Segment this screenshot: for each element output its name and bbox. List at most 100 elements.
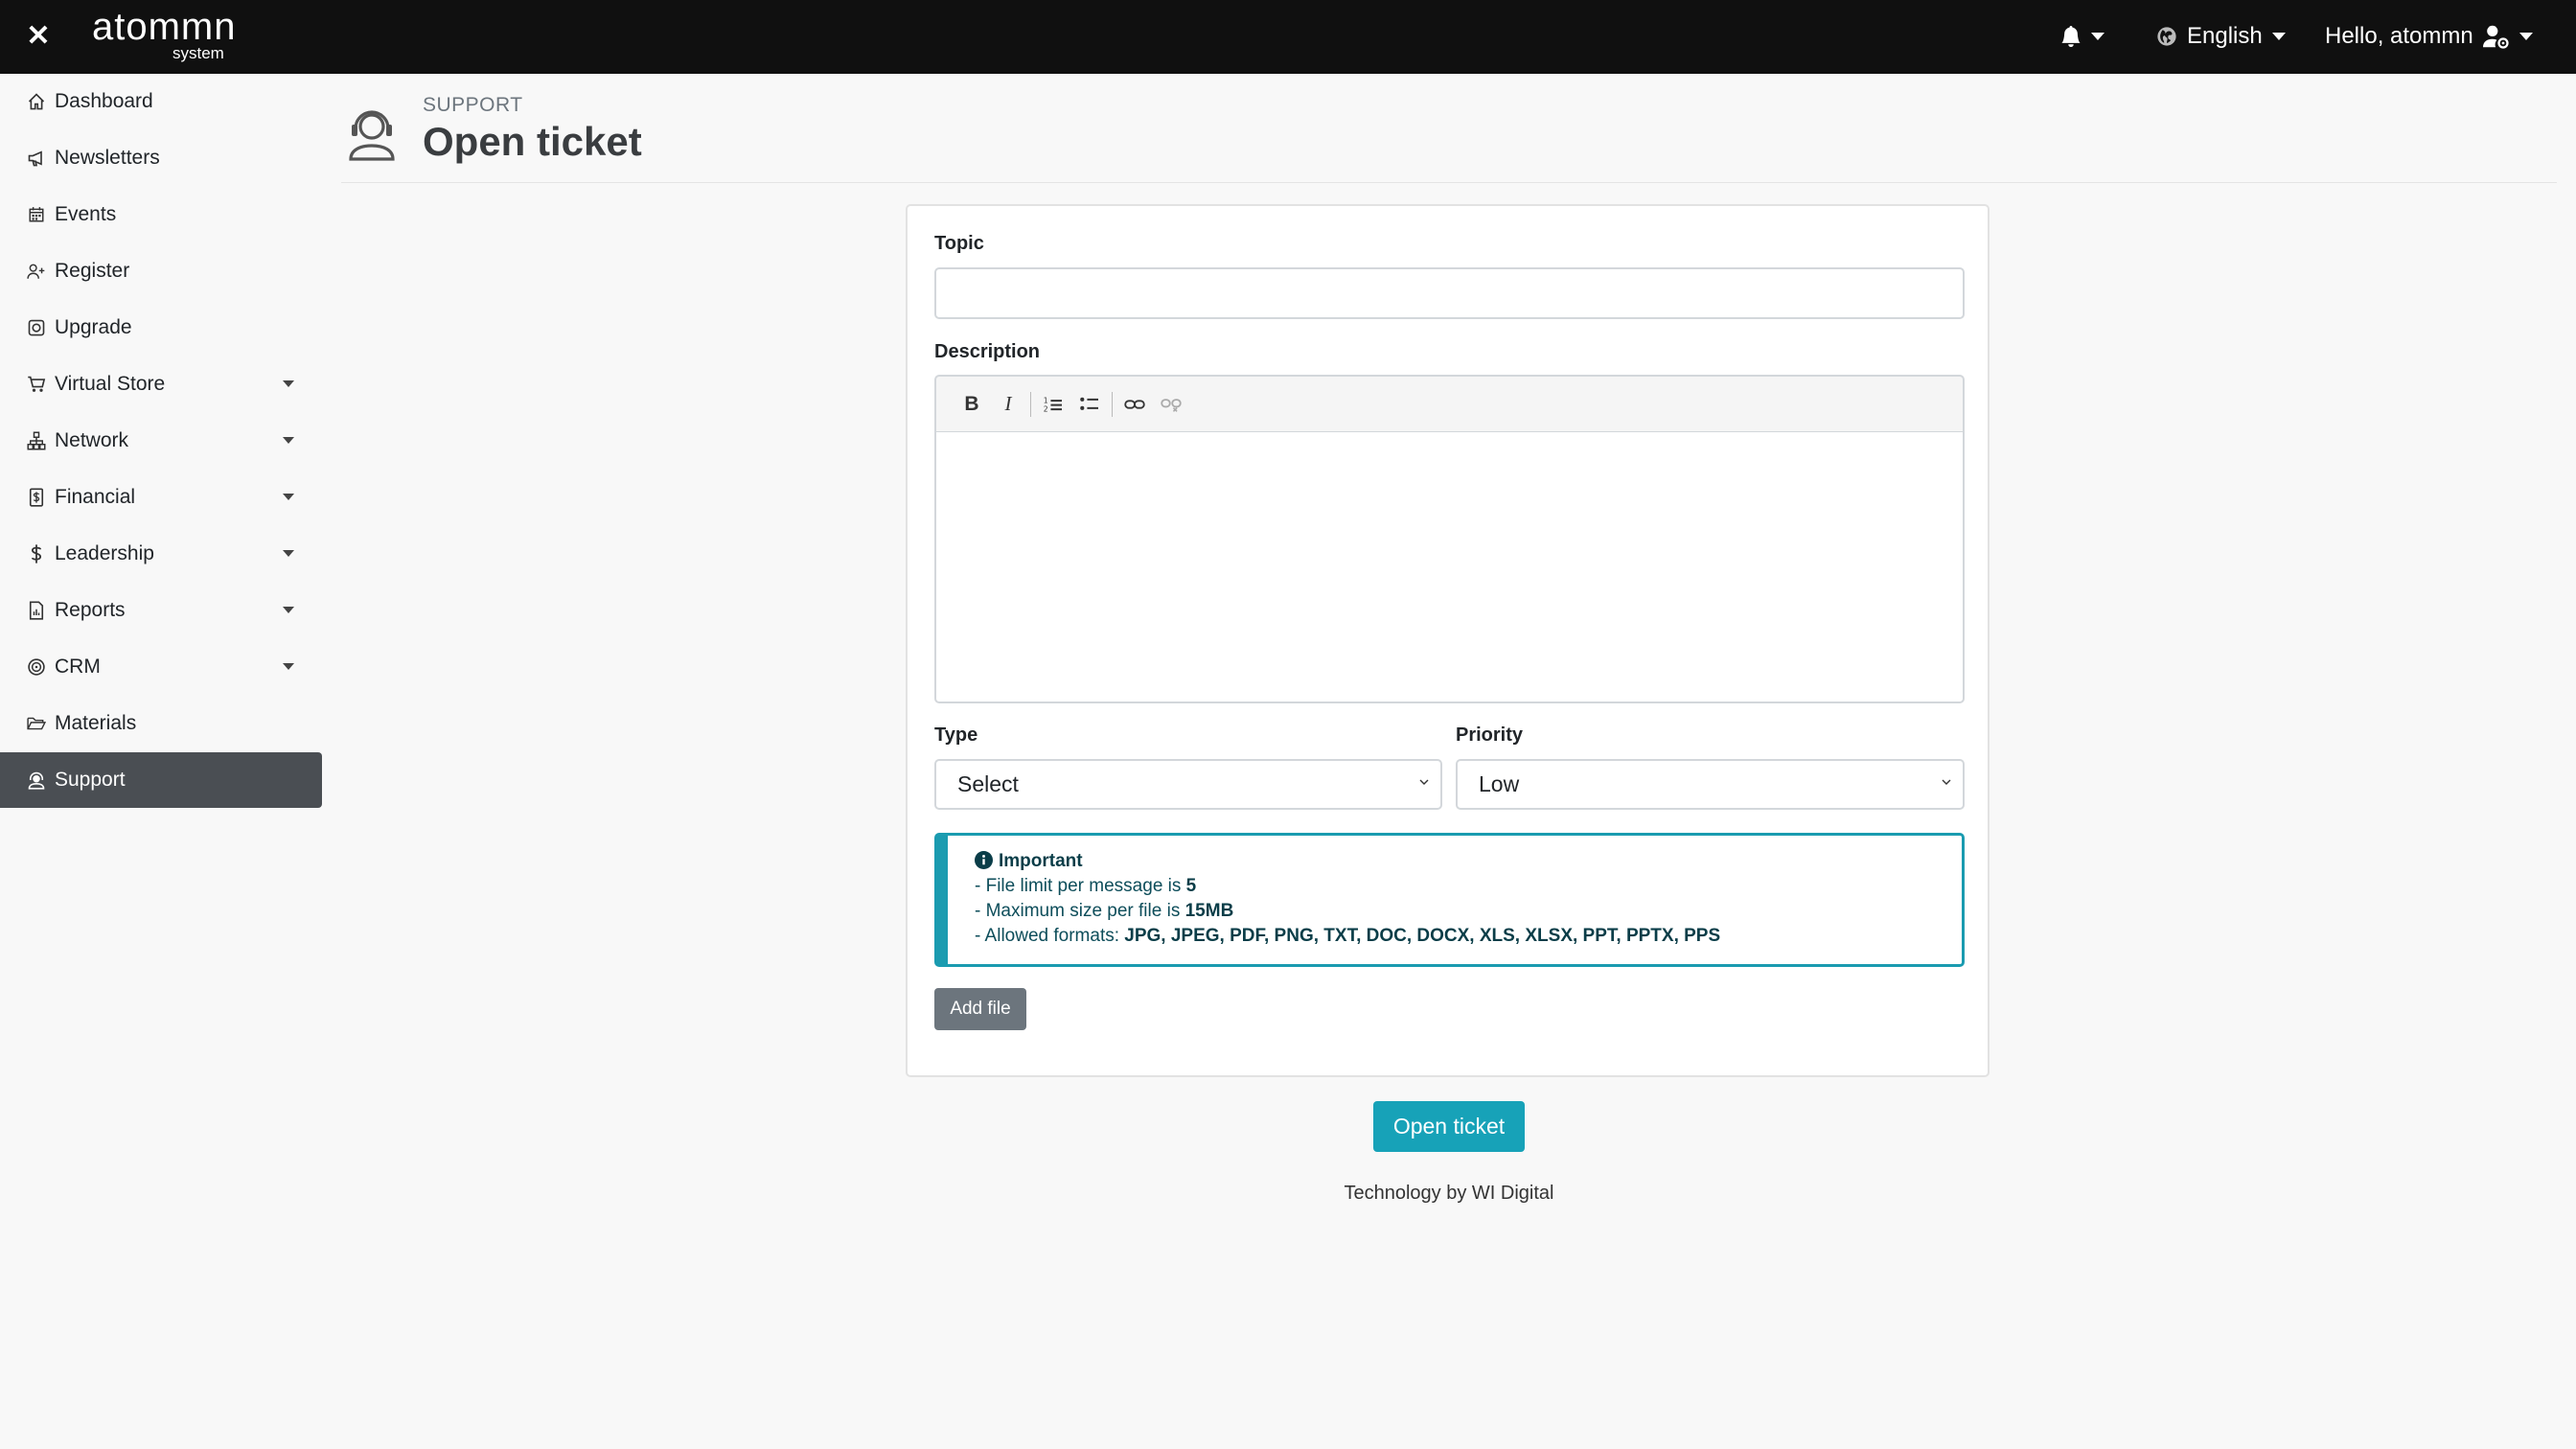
alert-text: - Maximum size per file is (975, 901, 1185, 921)
alert-title-row: Important (975, 849, 1962, 874)
bell-icon (2061, 25, 2081, 47)
link-icon[interactable] (1116, 386, 1153, 423)
open-ticket-button[interactable]: Open ticket (1373, 1101, 1525, 1152)
alert-text: - Allowed formats: (975, 926, 1125, 946)
logo-text: atomm (92, 6, 215, 48)
topic-input[interactable] (934, 267, 1965, 319)
network-icon (27, 431, 46, 450)
sidebar-item-label: Events (55, 203, 117, 225)
page-title: Open ticket (423, 119, 642, 164)
sidebar-item-label: Financial (55, 486, 136, 508)
sidebar-item-label: Reports (55, 599, 126, 621)
support-agent-icon (347, 104, 397, 161)
sidebar-item-crm[interactable]: CRM (0, 639, 322, 695)
upgrade-icon (27, 318, 46, 337)
file-info-alert: Important - File limit per message is 5 … (934, 833, 1965, 967)
info-icon (975, 851, 993, 869)
sidebar-item-network[interactable]: Network (0, 413, 322, 469)
svg-text:2: 2 (1044, 404, 1048, 412)
crm-icon (27, 657, 46, 677)
chevron-down-icon (1419, 779, 1429, 785)
close-sidebar-icon[interactable]: ✕ (23, 19, 54, 54)
type-selected-value: Select (957, 771, 1019, 796)
report-icon (27, 601, 46, 620)
sidebar-item-support[interactable]: Support (0, 752, 322, 808)
chevron-down-icon (283, 550, 294, 557)
toolbar-divider (1112, 391, 1113, 417)
alert-value: 15MB (1184, 901, 1234, 921)
megaphone-icon (27, 149, 46, 168)
sidebar-item-label: Leadership (55, 542, 154, 564)
sidebar-item-reports[interactable]: Reports (0, 583, 322, 638)
top-navbar: ✕ atommn system English Hello, atommn (0, 0, 2576, 74)
bold-icon[interactable]: B (954, 386, 990, 423)
sidebar-item-events[interactable]: Events (0, 187, 322, 242)
topic-label: Topic (934, 233, 984, 254)
home-icon (27, 92, 46, 111)
sidebar: Dashboard Newsletters Events Register Up… (0, 74, 324, 1449)
chevron-down-icon (2271, 33, 2286, 40)
svg-text:1: 1 (1044, 396, 1048, 404)
description-editor[interactable] (934, 432, 1965, 703)
folder-icon (27, 714, 46, 733)
sidebar-item-label: Newsletters (55, 147, 160, 169)
language-label: English (2187, 23, 2263, 49)
notifications-dropdown[interactable] (2060, 19, 2104, 54)
sidebar-item-financial[interactable]: Financial (0, 470, 322, 525)
sidebar-item-label: Support (55, 769, 126, 791)
add-file-button[interactable]: Add file (934, 988, 1026, 1030)
calendar-icon (27, 205, 46, 224)
unlink-icon[interactable] (1153, 386, 1189, 423)
person-add-icon (27, 262, 46, 281)
footer-credit: Technology by WI Digital (1344, 1183, 1554, 1204)
sidebar-item-label: Materials (55, 712, 137, 734)
chevron-down-icon (283, 437, 294, 444)
chevron-down-icon (2091, 33, 2104, 40)
ticket-form-card: Topic Description B I 12 Type Select Pri… (906, 204, 1990, 1077)
editor-toolbar: B I 12 (934, 375, 1965, 432)
logo-text-end: n (214, 6, 237, 48)
priority-label: Priority (1456, 724, 1524, 746)
sidebar-item-label: Register (55, 260, 130, 282)
cart-icon (27, 375, 46, 394)
ordered-list-icon[interactable]: 12 (1035, 386, 1071, 423)
sidebar-item-upgrade[interactable]: Upgrade (0, 300, 322, 356)
description-label: Description (934, 341, 1041, 362)
type-label: Type (934, 724, 978, 746)
header-divider (341, 182, 2557, 183)
priority-select[interactable]: Low (1456, 759, 1965, 810)
logo-subtext: system (172, 44, 224, 62)
sidebar-item-label: Network (55, 429, 129, 451)
sidebar-item-label: Dashboard (55, 90, 153, 112)
sidebar-item-dashboard[interactable]: Dashboard (0, 74, 322, 129)
logo[interactable]: atommn system (92, 6, 236, 63)
support-icon (27, 770, 46, 790)
alert-text: - File limit per message is (975, 876, 1186, 896)
chevron-down-icon (1942, 779, 1951, 785)
sidebar-item-virtual-store[interactable]: Virtual Store (0, 356, 322, 412)
sidebar-item-materials[interactable]: Materials (0, 696, 322, 751)
alert-title: Important (999, 851, 1083, 871)
sidebar-item-newsletters[interactable]: Newsletters (0, 130, 322, 186)
chevron-down-icon (2518, 33, 2533, 40)
sidebar-item-leadership[interactable]: Leadership (0, 526, 322, 582)
user-menu-dropdown[interactable]: Hello, atommn (2325, 19, 2533, 54)
italic-icon[interactable]: I (990, 386, 1026, 423)
type-select[interactable]: Select (934, 759, 1442, 810)
alert-line-max-size: - Maximum size per file is 15MB (975, 899, 1962, 924)
sidebar-item-label: Virtual Store (55, 373, 166, 395)
alert-line-file-limit: - File limit per message is 5 (975, 874, 1962, 899)
file-dollar-icon (27, 488, 46, 507)
priority-selected-value: Low (1479, 771, 1520, 796)
page-kicker: SUPPORT (423, 94, 523, 116)
user-gear-icon (2482, 25, 2509, 49)
sidebar-item-register[interactable]: Register (0, 243, 322, 299)
user-greeting: Hello, atommn (2325, 23, 2473, 49)
language-dropdown[interactable]: English (2156, 19, 2286, 54)
alert-value: JPG, JPEG, PDF, PNG, TXT, DOC, DOCX, XLS… (1124, 926, 1721, 946)
globe-icon (2157, 27, 2176, 46)
bullet-list-icon[interactable] (1071, 386, 1108, 423)
alert-line-formats: - Allowed formats: JPG, JPEG, PDF, PNG, … (975, 924, 1962, 949)
chevron-down-icon (283, 380, 294, 387)
chevron-down-icon (283, 607, 294, 613)
